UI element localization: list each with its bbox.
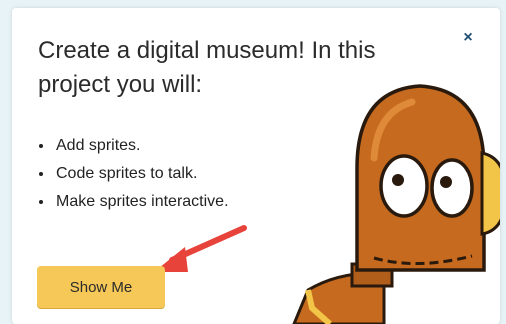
show-me-button[interactable]: Show Me: [37, 266, 165, 308]
project-intro-popup: × Create a digital museum! In this proje…: [12, 8, 500, 324]
